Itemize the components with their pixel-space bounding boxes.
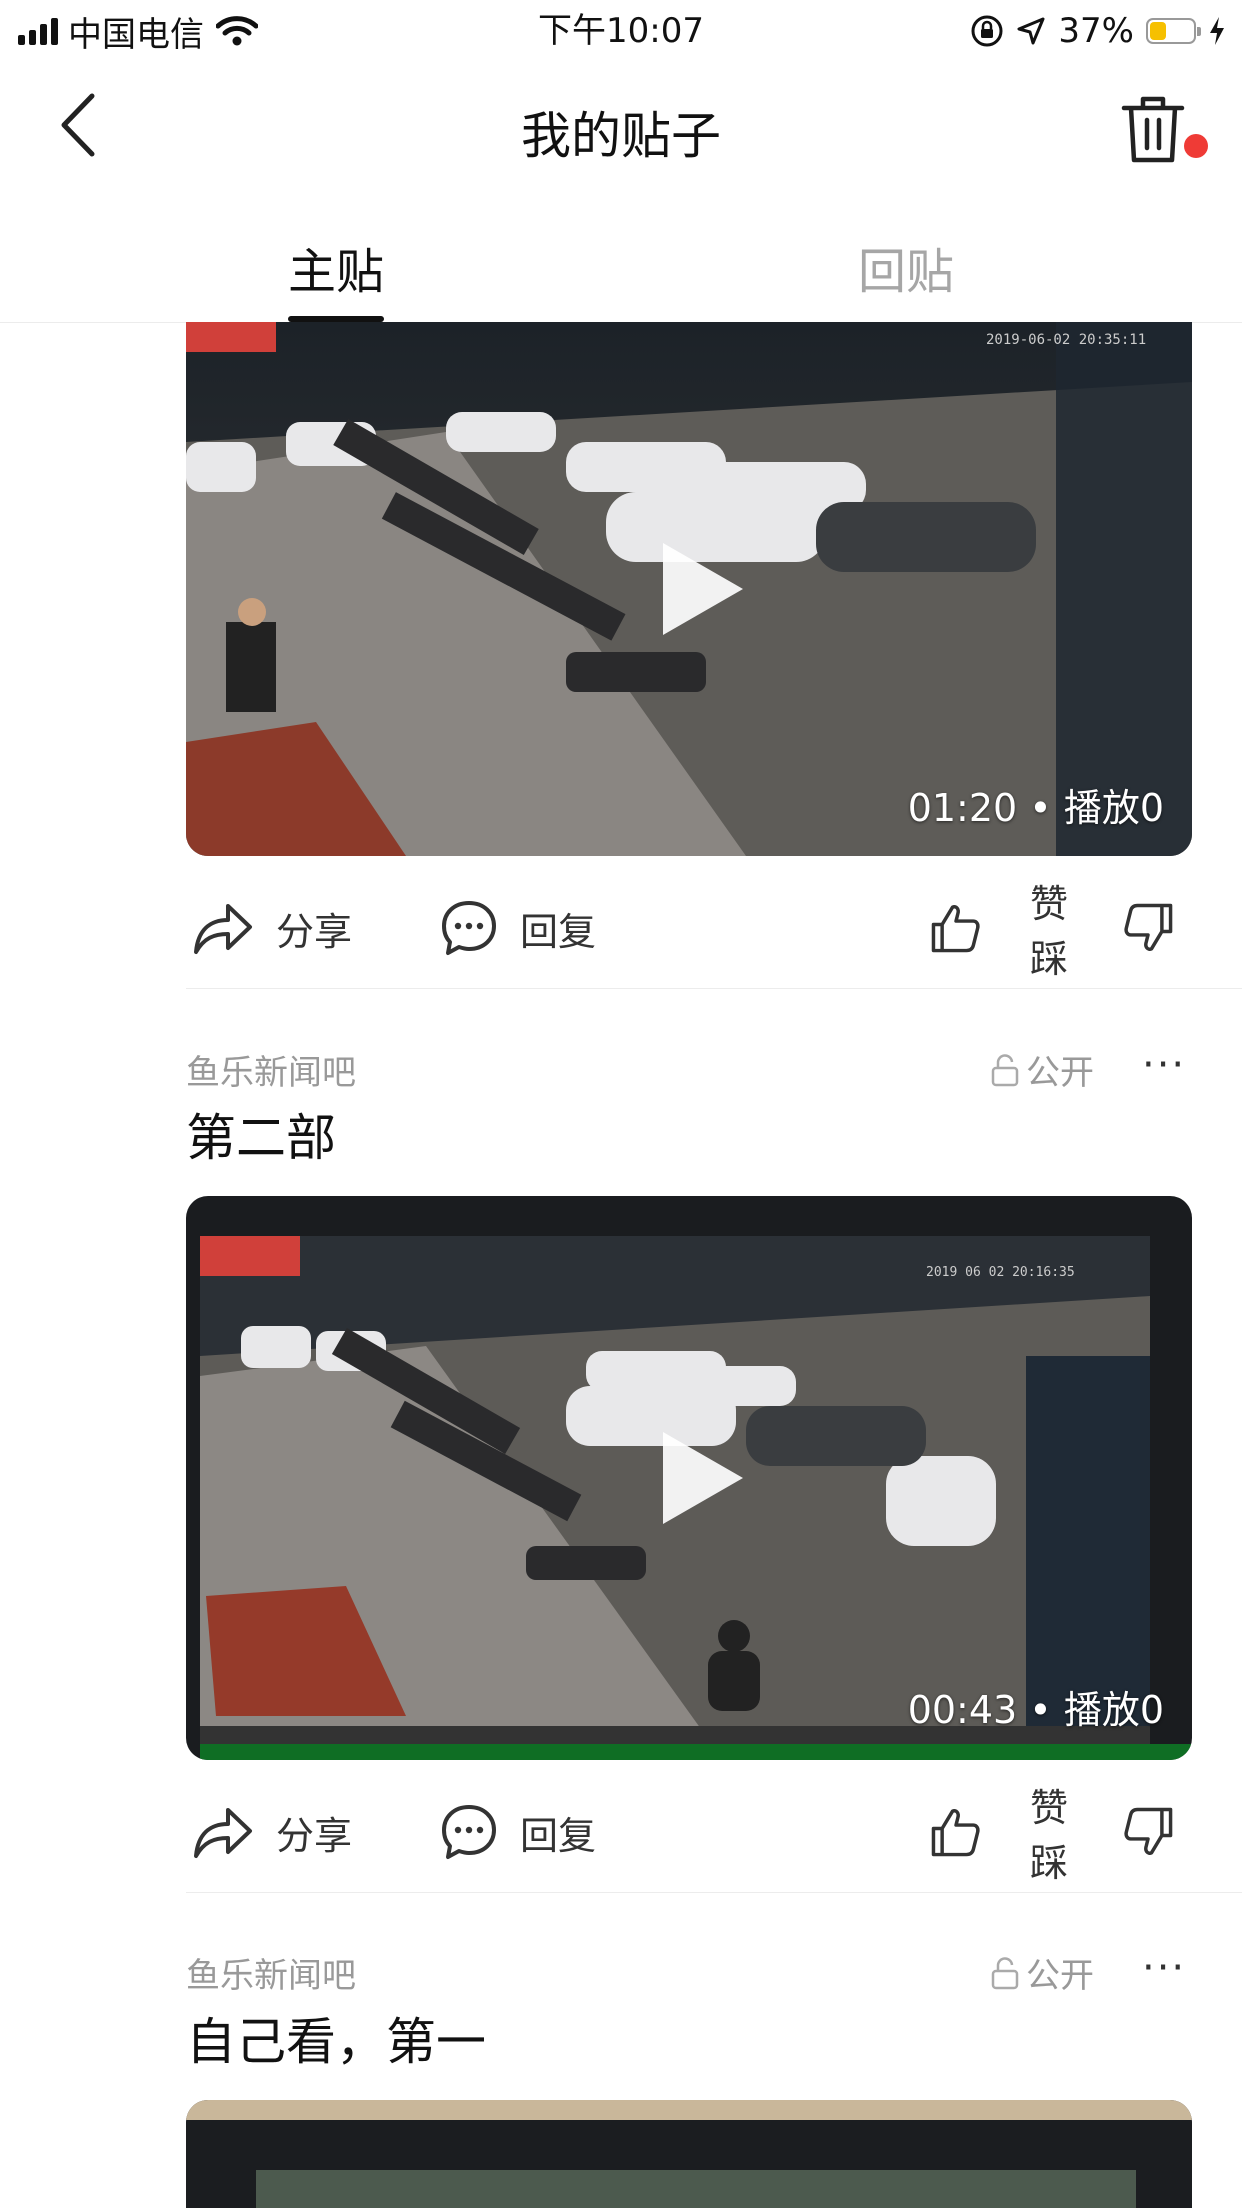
forum-name[interactable]: 鱼乐新闻吧 [186, 1948, 356, 1997]
post-actions: 分享 回复 赞踩 [186, 1786, 1196, 1885]
thumbs-up-icon[interactable] [930, 898, 982, 958]
reply-button[interactable]: 回复 [440, 1787, 596, 1877]
vote-label: 赞踩 [1030, 1786, 1069, 1885]
post-divider [186, 988, 1242, 989]
thumbs-down-icon[interactable] [1122, 1802, 1174, 1862]
play-count: 播放0 [1063, 1688, 1164, 1732]
svg-text:2019 06 02 20:16:35: 2019 06 02 20:16:35 [926, 1265, 1075, 1280]
battery-icon [1146, 18, 1201, 44]
status-bar: 中国电信 下午10:07 37% [0, 0, 1242, 62]
video-duration: 00:43 [907, 1688, 1018, 1732]
share-icon [194, 1808, 252, 1858]
privacy-status[interactable]: 公开 [990, 1948, 1094, 1997]
unlock-icon [991, 1053, 1019, 1086]
post-header: 鱼乐新闻吧 公开 ··· [186, 1948, 1196, 1998]
location-arrow-icon [1017, 17, 1045, 45]
rotation-lock-icon [971, 15, 1003, 47]
tab-bar: 主贴 回贴 [0, 192, 1242, 323]
video-thumbnail[interactable]: 2019 06 02 20:16:35 00:43 • 播放0 [186, 1196, 1192, 1760]
post-actions: 分享 回复 赞踩 [186, 882, 1196, 981]
vote-group: 赞踩 [930, 882, 1196, 981]
trash-icon[interactable] [1118, 90, 1188, 168]
post-title[interactable]: 第二部 [186, 1098, 336, 1170]
nav-bar: 我的贴子 [0, 62, 1242, 192]
battery-fill [1150, 22, 1166, 40]
share-button[interactable]: 分享 [192, 1787, 352, 1877]
svg-text:2019-06-02 20:35:11: 2019-06-02 20:35:11 [986, 332, 1146, 348]
meta-separator: • [1029, 786, 1052, 830]
post-header: 鱼乐新闻吧 公开 ··· [186, 1045, 1196, 1095]
notification-dot [1184, 134, 1208, 158]
video-duration: 01:20 [907, 786, 1018, 830]
privacy-label: 公开 [1026, 1053, 1094, 1093]
play-count: 播放0 [1063, 786, 1164, 830]
reply-button[interactable]: 回复 [440, 883, 596, 973]
status-right: 37% [970, 8, 1226, 54]
charging-bolt-icon [1210, 17, 1224, 45]
vote-group: 赞踩 [930, 1786, 1196, 1885]
vote-label: 赞踩 [1030, 882, 1069, 981]
more-options-icon[interactable]: ··· [1142, 1948, 1186, 1988]
privacy-label: 公开 [1026, 1956, 1094, 1996]
share-label: 分享 [276, 909, 353, 954]
play-icon[interactable] [663, 1432, 743, 1524]
reply-label: 回复 [520, 909, 597, 954]
play-icon[interactable] [663, 543, 743, 635]
reply-label: 回复 [520, 1813, 597, 1858]
post-title[interactable]: 自己看，第一 [186, 2002, 486, 2074]
comment-icon [442, 901, 496, 955]
more-options-icon[interactable]: ··· [1142, 1045, 1186, 1085]
share-button[interactable]: 分享 [192, 883, 352, 973]
thumbs-up-icon[interactable] [930, 1802, 982, 1862]
tab-main-posts[interactable]: 主贴 [288, 232, 384, 302]
unlock-icon [991, 1956, 1019, 1989]
thumbs-down-icon[interactable] [1122, 898, 1174, 958]
cctv-scene-image [186, 2100, 1192, 2208]
privacy-status[interactable]: 公开 [990, 1045, 1094, 1094]
video-meta: 01:20 • 播放0 [908, 777, 1164, 832]
comment-icon [442, 1805, 496, 1859]
page-title: 我的贴子 [521, 107, 721, 165]
video-thumbnail[interactable] [186, 2100, 1192, 2208]
video-thumbnail[interactable]: 2019-06-02 20:35:11 01:20 • 播放0 [186, 322, 1192, 856]
video-meta: 00:43 • 播放0 [908, 1679, 1164, 1734]
share-icon [194, 904, 252, 954]
meta-separator: • [1029, 1688, 1052, 1732]
battery-percent: 37% [1058, 11, 1134, 51]
post-divider [186, 1892, 1242, 1893]
share-label: 分享 [276, 1813, 353, 1858]
tab-replies[interactable]: 回贴 [858, 232, 954, 302]
forum-name[interactable]: 鱼乐新闻吧 [186, 1045, 356, 1094]
